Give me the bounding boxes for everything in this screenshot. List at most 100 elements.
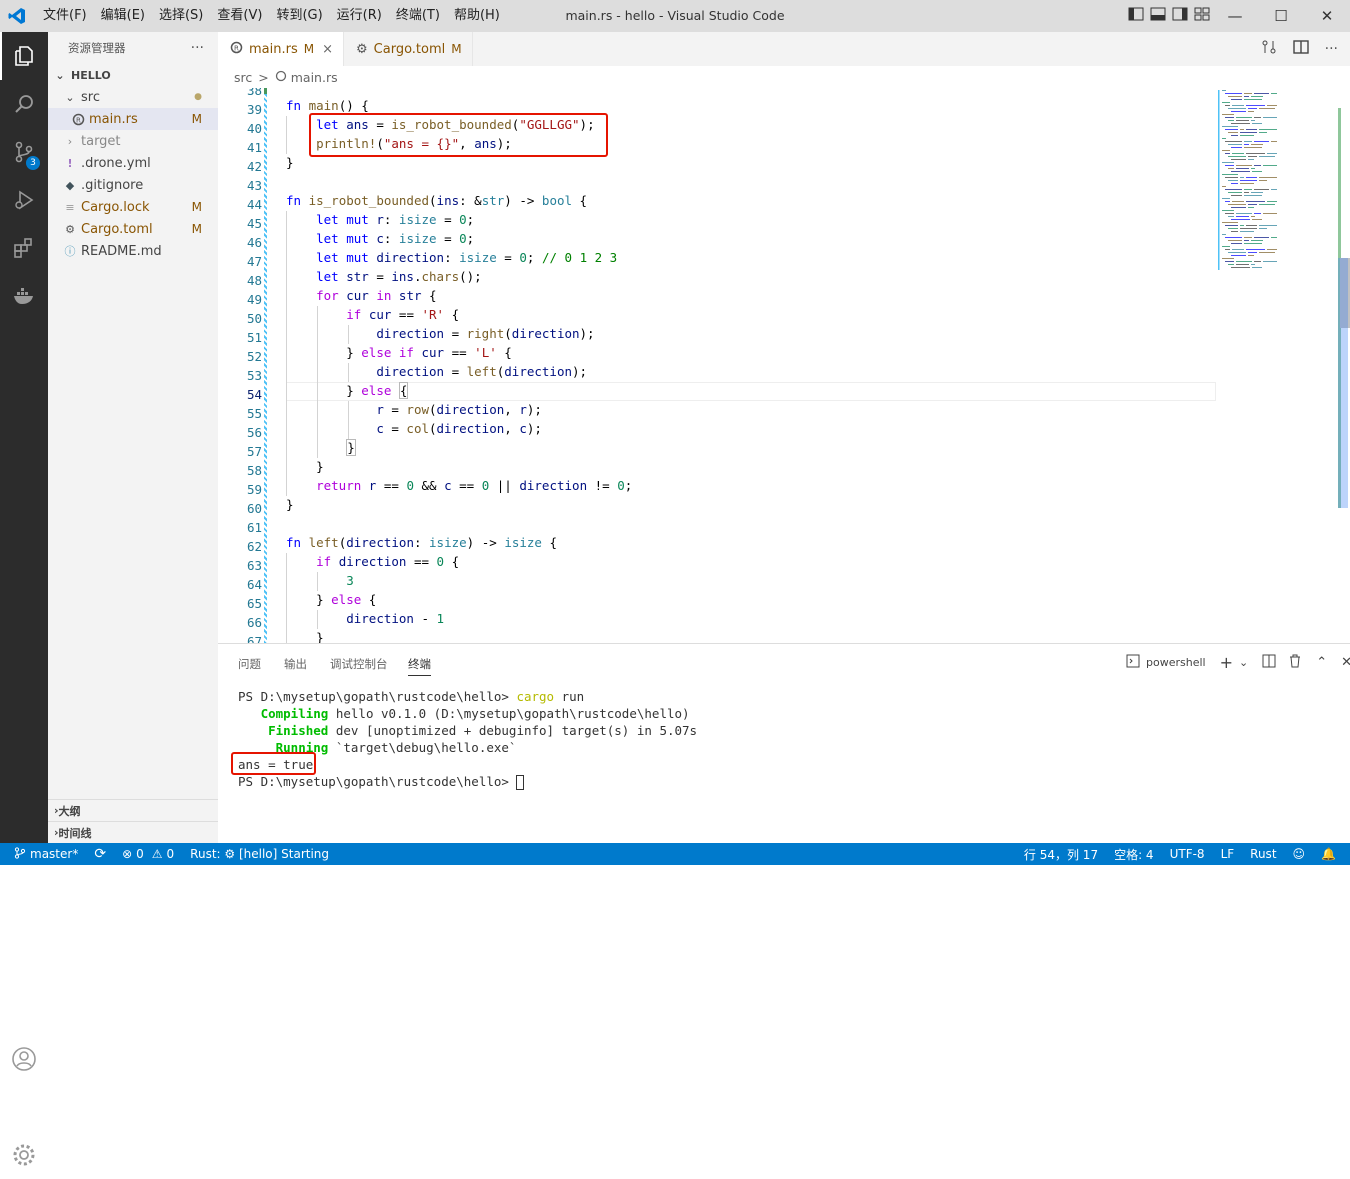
menu-run[interactable]: 运行(R) — [330, 0, 389, 32]
notifications-bell-icon[interactable]: 🔔 — [1313, 847, 1350, 861]
code-line: let mut direction: isize = 0; // 0 1 2 3 — [316, 250, 618, 265]
run-debug-icon[interactable] — [0, 176, 48, 224]
minimap[interactable] — [1218, 88, 1334, 278]
toggle-sidebar-icon[interactable] — [1128, 7, 1144, 25]
minimap-line — [1236, 213, 1252, 214]
menu-go[interactable]: 转到(G) — [269, 0, 329, 32]
line-number: 56 — [246, 425, 262, 440]
line-number: 63 — [246, 558, 262, 573]
tree-item-label: src — [81, 89, 100, 105]
gear-icon: ⚙ — [356, 41, 368, 57]
tree-item-cargo-lock[interactable]: ≡ Cargo.lock M — [48, 196, 218, 218]
tree-item-src[interactable]: ⌄ src ● — [48, 86, 218, 108]
tree-item-target[interactable]: › target — [48, 130, 218, 152]
tree-item-gitignore[interactable]: ◆ .gitignore — [48, 174, 218, 196]
tree-item-readme[interactable]: ⓘ README.md — [48, 240, 218, 262]
minimap-line — [1240, 183, 1254, 184]
line-number: 59 — [246, 482, 262, 497]
code-line: fn left(direction: isize) -> isize { — [286, 535, 558, 550]
minimap-line — [1267, 249, 1277, 250]
vertical-scrollbar[interactable] — [1336, 108, 1350, 508]
tab-terminal[interactable]: 终端 — [408, 656, 431, 676]
minimap-line — [1259, 177, 1277, 178]
trash-icon[interactable] — [1288, 654, 1302, 671]
minimap-line — [1244, 96, 1249, 97]
timeline-section[interactable]: › 时间线 — [48, 821, 218, 843]
minimap-line — [1251, 120, 1255, 121]
minimap-line — [1240, 225, 1244, 226]
outline-section[interactable]: › 大纲 — [48, 799, 218, 821]
indentation[interactable]: 空格: 4 — [1106, 846, 1162, 863]
more-actions-icon[interactable]: ··· — [1325, 41, 1338, 57]
minimap-line — [1251, 96, 1263, 97]
account-icon[interactable] — [0, 1035, 48, 1083]
minimap-line — [1225, 129, 1238, 130]
code-line: for cur in str { — [316, 288, 437, 303]
terminal-shell-name[interactable]: powershell — [1146, 656, 1206, 669]
feedback-icon[interactable]: ☺ — [1285, 847, 1314, 861]
tab-problems[interactable]: 问题 — [238, 656, 261, 672]
folder-hello[interactable]: ⌄ HELLO — [48, 64, 218, 86]
more-actions-button[interactable]: ··· — [191, 40, 204, 56]
close-tab-icon[interactable]: × — [322, 42, 333, 57]
minimap-line — [1251, 240, 1263, 241]
language-mode[interactable]: Rust — [1242, 847, 1284, 861]
tree-item-main-rs[interactable]: R main.rs M — [48, 108, 218, 130]
chevron-down-icon[interactable]: ⌄ — [1239, 656, 1248, 669]
branch-status[interactable]: master* — [0, 846, 86, 862]
minimap-line — [1222, 222, 1238, 223]
rust-analyzer-status[interactable]: Rust: ⚙ [hello] Starting — [182, 847, 337, 861]
menu-file[interactable]: 文件(F) — [36, 0, 94, 32]
close-button[interactable]: ✕ — [1304, 0, 1350, 32]
minimap-line — [1240, 135, 1254, 136]
split-editor-icon[interactable] — [1292, 39, 1309, 59]
menu-bar: 文件(F) 编辑(E) 选择(S) 查看(V) 转到(G) 运行(R) 终端(T… — [36, 0, 507, 32]
tab-output[interactable]: 输出 — [284, 656, 307, 672]
search-icon[interactable] — [0, 80, 48, 128]
breadcrumb: src > main.rs — [218, 66, 1350, 88]
cursor-position[interactable]: 行 54，列 17 — [1016, 846, 1106, 863]
code-editor[interactable]: 38 39 40 41 42 43 44 45 46 47 48 49 50 51 52 53 54 55 56 57… — [218, 88, 1350, 643]
end-of-line[interactable]: LF — [1213, 847, 1243, 861]
docker-icon[interactable] — [0, 272, 48, 320]
source-control-icon[interactable]: 3 — [0, 128, 48, 176]
maximize-panel-icon[interactable]: ⌃ — [1316, 655, 1327, 670]
customize-layout-icon[interactable] — [1194, 7, 1210, 25]
settings-gear-icon[interactable] — [0, 1131, 48, 1179]
menu-edit[interactable]: 编辑(E) — [94, 0, 152, 32]
menu-help[interactable]: 帮助(H) — [447, 0, 507, 32]
breadcrumb-separator: > — [258, 69, 269, 85]
sync-icon[interactable]: ⟳ — [86, 846, 114, 862]
tab-main-rs[interactable]: R main.rs M × — [218, 32, 344, 66]
minimap-line — [1225, 249, 1230, 250]
tree-item-drone-yml[interactable]: ! .drone.yml — [48, 152, 218, 174]
minimap-line — [1248, 156, 1257, 157]
minimap-line — [1225, 189, 1242, 190]
breadcrumb-folder[interactable]: src — [234, 70, 252, 85]
encoding[interactable]: UTF-8 — [1162, 847, 1213, 861]
maximize-button[interactable]: ☐ — [1258, 0, 1304, 32]
tab-debug-console[interactable]: 调试控制台 — [330, 656, 388, 672]
line-number: 43 — [246, 178, 262, 193]
menu-view[interactable]: 查看(V) — [210, 0, 269, 32]
toggle-secondary-sidebar-icon[interactable] — [1172, 7, 1188, 25]
close-panel-icon[interactable]: ✕ — [1341, 655, 1350, 670]
code-line: if direction == 0 { — [316, 554, 460, 569]
open-changes-icon[interactable] — [1261, 39, 1277, 59]
explorer-icon[interactable] — [0, 32, 48, 80]
breadcrumb-file[interactable]: main.rs — [291, 70, 338, 85]
menu-selection[interactable]: 选择(S) — [152, 0, 210, 32]
new-terminal-icon[interactable]: + — [1220, 653, 1233, 672]
tab-cargo-toml[interactable]: ⚙ Cargo.toml M — [344, 32, 473, 66]
menu-terminal[interactable]: 终端(T) — [389, 0, 447, 32]
minimap-line — [1228, 216, 1234, 217]
split-terminal-icon[interactable] — [1262, 654, 1276, 671]
problems-status[interactable]: ⊗ 0 ⚠ 0 — [114, 847, 182, 861]
minimap-line — [1254, 261, 1261, 262]
extensions-icon[interactable] — [0, 224, 48, 272]
minimize-button[interactable]: — — [1212, 0, 1258, 32]
tree-item-cargo-toml[interactable]: ⚙ Cargo.toml M — [48, 218, 218, 240]
line-number: 47 — [246, 254, 262, 269]
scm-badge: 3 — [26, 156, 40, 170]
toggle-panel-icon[interactable] — [1150, 7, 1166, 25]
